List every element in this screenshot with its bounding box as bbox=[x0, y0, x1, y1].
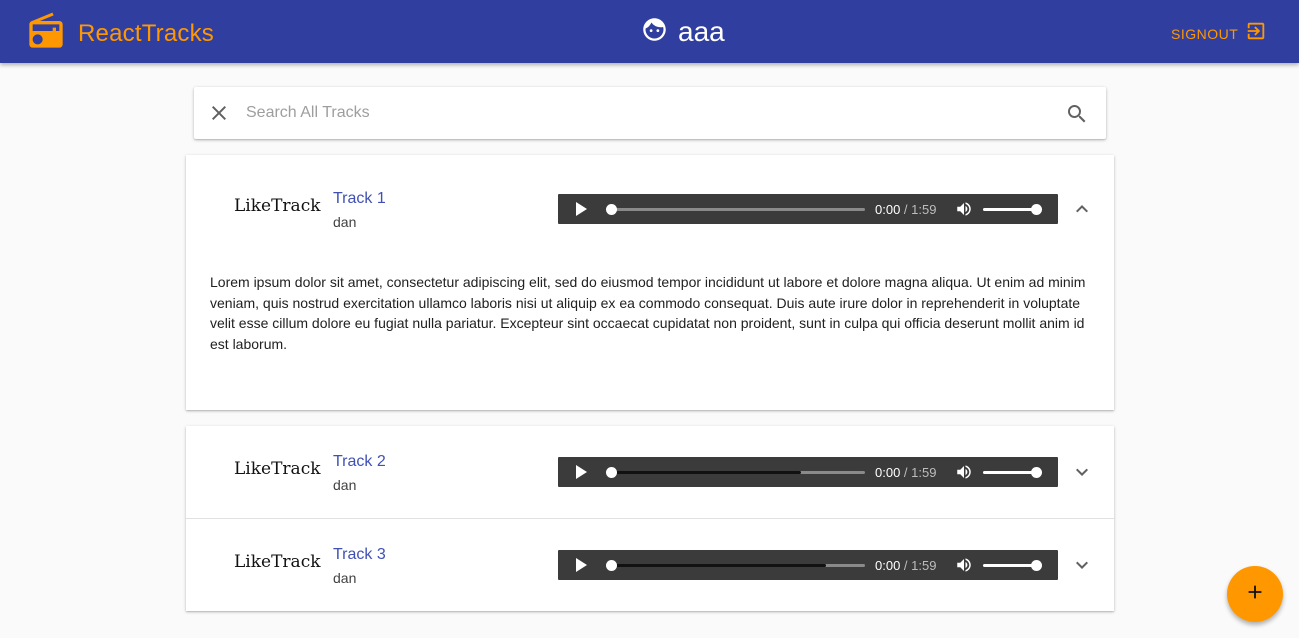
exit-to-app-icon bbox=[1245, 20, 1267, 47]
track-summary[interactable]: LikeTrack Track 2 dan 0:00 / 1:59 bbox=[186, 426, 1114, 518]
chevron-down-icon[interactable] bbox=[1070, 553, 1094, 582]
time-separator: / bbox=[900, 558, 912, 573]
volume-icon[interactable] bbox=[955, 463, 973, 486]
volume-icon[interactable] bbox=[955, 556, 973, 579]
signout-label: SIGNOUT bbox=[1171, 25, 1239, 42]
time-display: 0:00 / 1:59 bbox=[875, 202, 936, 217]
chevron-up-icon[interactable] bbox=[1070, 197, 1094, 226]
time-separator: / bbox=[900, 202, 912, 217]
track-summary[interactable]: LikeTrack Track 3 dan 0:00 / 1:59 bbox=[186, 518, 1114, 610]
track-title[interactable]: Track 1 bbox=[333, 190, 386, 208]
buffered-bar bbox=[608, 564, 827, 567]
play-icon[interactable] bbox=[572, 201, 590, 222]
like-track-button[interactable]: LikeTrack bbox=[234, 552, 321, 572]
duration: 1:59 bbox=[911, 558, 937, 573]
duration: 1:59 bbox=[911, 202, 937, 217]
volume-handle[interactable] bbox=[1031, 204, 1042, 215]
buffered-bar bbox=[608, 471, 801, 474]
volume-handle[interactable] bbox=[1031, 560, 1042, 571]
track-description: Lorem ipsum dolor sit amet, consectetur … bbox=[210, 274, 1086, 352]
seek-handle[interactable] bbox=[606, 467, 617, 478]
add-track-button[interactable] bbox=[1227, 566, 1283, 622]
seek-bar[interactable] bbox=[606, 467, 865, 478]
username: aaa bbox=[678, 16, 725, 47]
time-separator: / bbox=[900, 465, 912, 480]
like-track-button[interactable]: LikeTrack bbox=[234, 196, 321, 216]
face-icon bbox=[641, 16, 668, 48]
track-list: LikeTrack Track 2 dan 0:00 / 1:59 LikeTr… bbox=[186, 426, 1114, 611]
seek-bar[interactable] bbox=[606, 204, 865, 215]
plus-icon bbox=[1244, 581, 1266, 608]
search-bar bbox=[194, 87, 1106, 139]
track-panel: LikeTrack Track 1 dan 0:00 / 1:59 Lorem … bbox=[186, 155, 1114, 410]
duration: 1:59 bbox=[911, 465, 937, 480]
play-icon[interactable] bbox=[572, 464, 590, 485]
chevron-down-icon[interactable] bbox=[1070, 460, 1094, 489]
current-time: 0:00 bbox=[875, 465, 901, 480]
track-artist: dan bbox=[333, 477, 357, 493]
audio-player: 0:00 / 1:59 bbox=[558, 550, 1058, 580]
volume-slider[interactable] bbox=[983, 467, 1042, 478]
volume-slider[interactable] bbox=[983, 204, 1042, 215]
audio-player: 0:00 / 1:59 bbox=[558, 457, 1058, 487]
like-track-button[interactable]: LikeTrack bbox=[234, 459, 321, 479]
time-display: 0:00 / 1:59 bbox=[875, 465, 936, 480]
track-artist: dan bbox=[333, 570, 357, 586]
brand-name: ReactTracks bbox=[78, 19, 215, 47]
radio-icon bbox=[26, 11, 66, 56]
search-input[interactable] bbox=[246, 99, 1046, 127]
brand[interactable]: ReactTracks bbox=[26, 11, 214, 56]
volume-handle[interactable] bbox=[1031, 467, 1042, 478]
close-icon[interactable] bbox=[207, 101, 231, 130]
volume-slider[interactable] bbox=[983, 560, 1042, 571]
time-display: 0:00 / 1:59 bbox=[875, 558, 936, 573]
play-icon[interactable] bbox=[572, 557, 590, 578]
track-artist: dan bbox=[333, 214, 357, 230]
seek-handle[interactable] bbox=[606, 204, 617, 215]
seek-handle[interactable] bbox=[606, 560, 617, 571]
current-time: 0:00 bbox=[875, 558, 901, 573]
volume-icon[interactable] bbox=[955, 200, 973, 223]
search-icon[interactable] bbox=[1065, 102, 1089, 131]
seek-bar[interactable] bbox=[606, 560, 865, 571]
audio-player: 0:00 / 1:59 bbox=[558, 194, 1058, 224]
track-summary[interactable]: LikeTrack Track 1 dan 0:00 / 1:59 bbox=[186, 163, 1114, 255]
user-info: aaa bbox=[641, 16, 725, 48]
track-title[interactable]: Track 2 bbox=[333, 453, 386, 471]
signout-button[interactable]: SIGNOUT bbox=[1171, 20, 1267, 47]
track-title[interactable]: Track 3 bbox=[333, 546, 386, 564]
app-bar: ReactTracks aaa SIGNOUT bbox=[0, 0, 1299, 63]
current-time: 0:00 bbox=[875, 202, 901, 217]
